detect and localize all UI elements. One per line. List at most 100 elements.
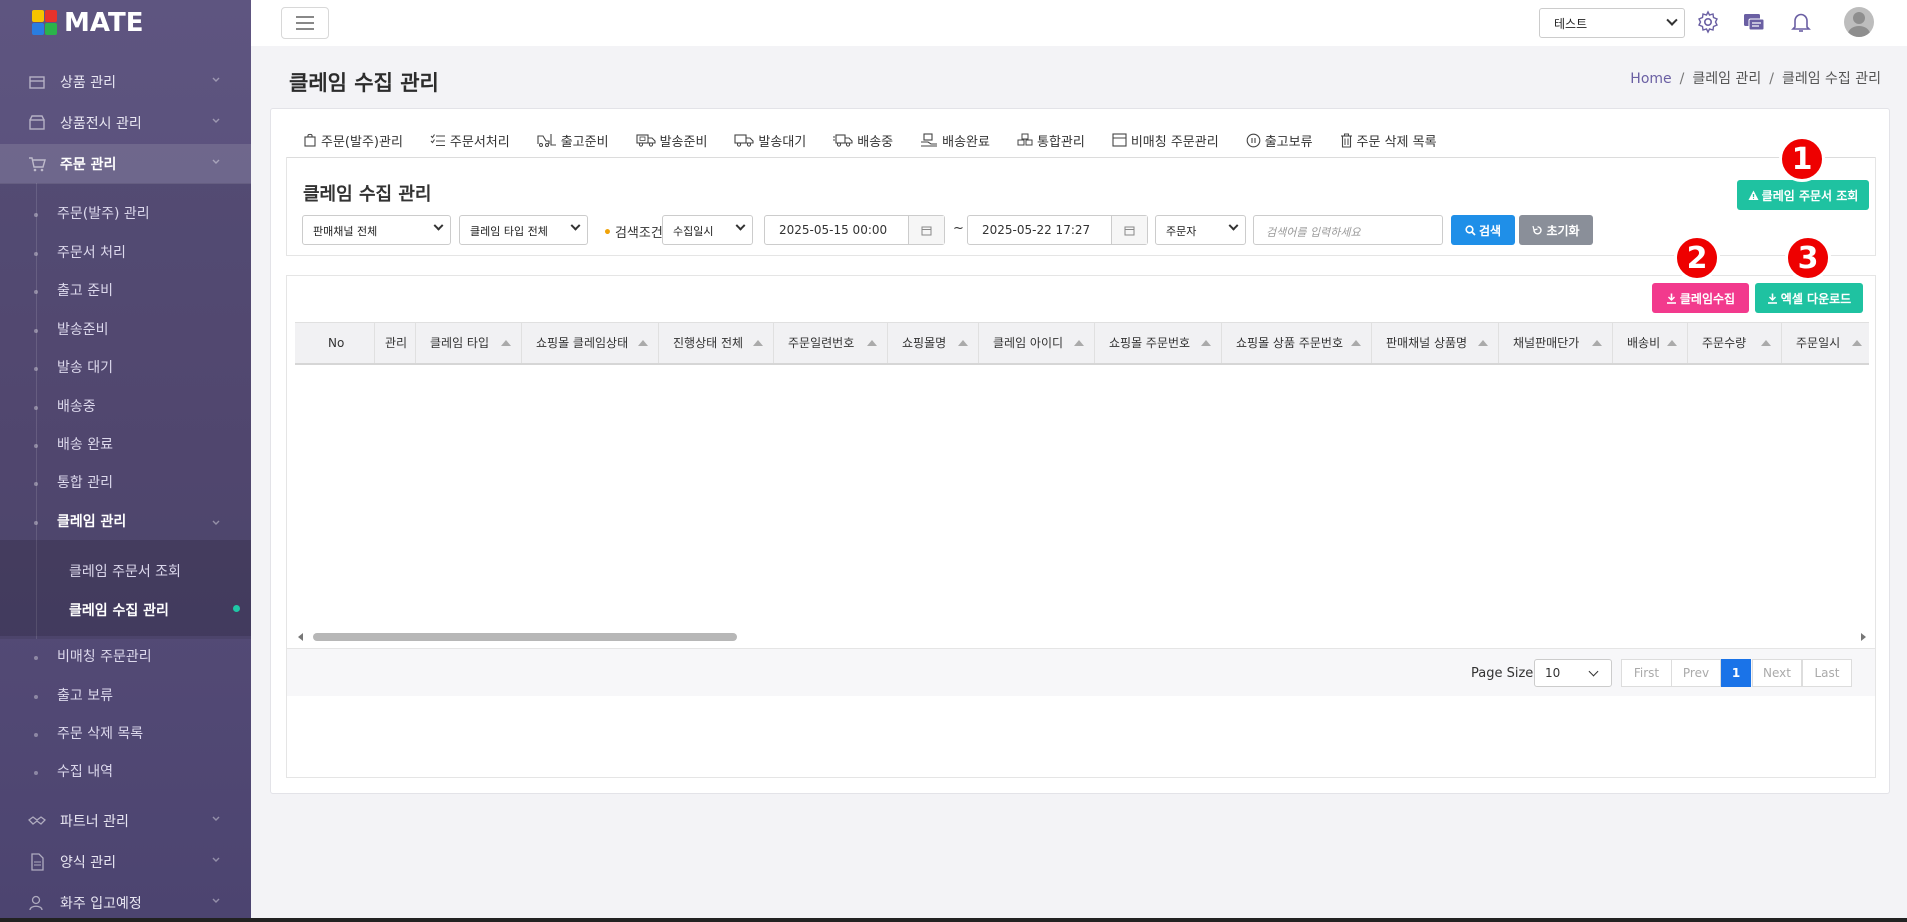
- annotation-badge-3: 3: [1785, 235, 1831, 281]
- column-header[interactable]: 클레임 타입: [416, 323, 522, 363]
- tab-delivered[interactable]: 배송완료: [920, 131, 990, 150]
- sidebar-item-in-delivery[interactable]: 배송중: [57, 396, 96, 418]
- message-icon[interactable]: [1742, 10, 1766, 34]
- prev-page-button[interactable]: Prev: [1671, 659, 1721, 687]
- sidebar-item-dispatch-prep[interactable]: 발송준비: [57, 319, 109, 341]
- search-button[interactable]: 검색: [1451, 215, 1515, 245]
- sidebar-item-dispatch-wait[interactable]: 발송 대기: [57, 357, 113, 379]
- column-header[interactable]: 쇼핑몰 주문번호: [1095, 323, 1222, 363]
- sidebar-item-unmatched[interactable]: 비매칭 주문관리: [57, 646, 152, 668]
- date-to-input[interactable]: 2025-05-22 17:27: [967, 215, 1148, 245]
- sidebar-item-shipping-hold[interactable]: 출고 보류: [57, 685, 113, 707]
- nav-product-management[interactable]: 상품 관리: [0, 62, 251, 102]
- column-header[interactable]: 진행상태 전체: [659, 323, 774, 363]
- excel-download-button[interactable]: 엑셀 다운로드: [1755, 283, 1863, 313]
- column-header[interactable]: 클레임 아이디: [979, 323, 1095, 363]
- tab-integrated[interactable]: 통합관리: [1017, 131, 1085, 150]
- column-header[interactable]: 채널판매단가: [1499, 323, 1613, 363]
- hamburger-line: [296, 28, 314, 30]
- horizontal-scrollbar[interactable]: [295, 630, 1869, 644]
- date-range-separator: ~: [953, 221, 964, 236]
- sidebar-item-integrated[interactable]: 통합 관리: [57, 472, 113, 494]
- chevron-down-icon: [570, 220, 581, 231]
- claim-order-lookup-button[interactable]: 클레임 주문서 조회: [1737, 180, 1869, 210]
- sidebar-item-delivered[interactable]: 배송 완료: [57, 434, 113, 456]
- tab-shipping-hold[interactable]: 출고보류: [1246, 131, 1313, 150]
- tab-deleted-orders[interactable]: 주문 삭제 목록: [1340, 131, 1437, 150]
- breadcrumb-item[interactable]: 클레임 관리: [1692, 71, 1761, 87]
- checklist-icon: [430, 134, 445, 146]
- truck-box-icon: [636, 134, 656, 147]
- tab-in-delivery[interactable]: 배송중: [833, 131, 893, 150]
- column-header[interactable]: 주문일련번호: [774, 323, 888, 363]
- sort-icon: [867, 340, 877, 346]
- order-tabs: 주문(발주)관리 주문서처리 출고준비 발송준비 발송대기 배송중 배송완료 통…: [303, 128, 1464, 152]
- sidebar-item-claim-management[interactable]: 클레임 관리: [57, 511, 126, 533]
- next-page-button[interactable]: Next: [1752, 659, 1802, 687]
- search-input[interactable]: 검색어를 입력하세요: [1253, 215, 1443, 245]
- column-header[interactable]: 쇼핑몰 클레임상태: [522, 323, 659, 363]
- calendar-icon[interactable]: [908, 216, 944, 244]
- column-header[interactable]: 판매채널 상품명: [1372, 323, 1499, 363]
- nav-order-management[interactable]: 주문 관리: [0, 144, 251, 184]
- tab-shipping-prep[interactable]: 출고준비: [537, 131, 609, 150]
- first-page-button[interactable]: First: [1621, 659, 1672, 687]
- column-header[interactable]: 쇼핑몰명: [888, 323, 979, 363]
- tab-order-processing[interactable]: 주문서처리: [430, 131, 510, 150]
- tab-order-placement[interactable]: 주문(발주)관리: [303, 131, 403, 150]
- truck-fast-icon: [833, 134, 853, 147]
- annotation-badge-2: 2: [1674, 235, 1720, 281]
- date-type-select[interactable]: 수집일시: [662, 215, 753, 245]
- nav-inbound-schedule[interactable]: 화주 입고예정: [0, 883, 251, 922]
- scroll-right-arrow-icon[interactable]: [1861, 633, 1866, 641]
- gear-icon[interactable]: [1696, 10, 1720, 34]
- column-header[interactable]: 주문일시: [1782, 323, 1869, 363]
- column-header[interactable]: 관리: [375, 323, 416, 363]
- sidebar-item-deleted-orders[interactable]: 주문 삭제 목록: [57, 723, 143, 745]
- page-1-button[interactable]: 1: [1721, 659, 1751, 687]
- sidebar-item-shipping-prep[interactable]: 출고 준비: [57, 280, 113, 302]
- sort-icon: [1351, 340, 1361, 346]
- menu-toggle-button[interactable]: [281, 7, 329, 39]
- claim-type-select[interactable]: 클레임 타입 전체: [459, 215, 588, 245]
- channel-select[interactable]: 판매채널 전체: [302, 215, 451, 245]
- sidebar-item-order-placement[interactable]: 주문(발주) 관리: [57, 203, 150, 225]
- app-root: MATE 상품 관리 상품전시 관리 주문 관리 주문(발주) 관리 주문서 처…: [0, 0, 1907, 922]
- tab-unmatched[interactable]: 비매칭 주문관리: [1112, 131, 1219, 150]
- nav-product-display[interactable]: 상품전시 관리: [0, 103, 251, 143]
- handshake-icon: [28, 816, 46, 825]
- column-header-label: 채널판매단가: [1513, 336, 1580, 350]
- search-field-select[interactable]: 주문자: [1155, 215, 1246, 245]
- reset-button[interactable]: 초기화: [1519, 215, 1593, 245]
- calendar-icon[interactable]: [1111, 216, 1147, 244]
- column-header[interactable]: 배송비: [1613, 323, 1688, 363]
- page-size-select[interactable]: 10: [1534, 659, 1612, 687]
- sidebar-item-collect-history[interactable]: 수집 내역: [57, 761, 113, 783]
- column-header[interactable]: 주문수량: [1688, 323, 1782, 363]
- nav-form-management[interactable]: 양식 관리: [0, 842, 251, 882]
- sidebar-item-claim-collect[interactable]: 클레임 수집 관리: [69, 600, 169, 620]
- column-header-label: 주문일시: [1796, 336, 1841, 350]
- pagination: Page Size 10 First Prev 1 Next Last: [287, 648, 1875, 696]
- bell-icon[interactable]: [1789, 10, 1813, 34]
- sidebar-item-order-processing[interactable]: 주문서 처리: [57, 242, 126, 264]
- breadcrumb-home[interactable]: Home: [1630, 71, 1671, 87]
- scroll-left-arrow-icon[interactable]: [298, 633, 303, 641]
- scrollbar-thumb[interactable]: [313, 633, 737, 641]
- claim-collect-button[interactable]: 클레임수집: [1652, 283, 1749, 313]
- column-header[interactable]: No: [295, 323, 375, 363]
- last-page-button[interactable]: Last: [1802, 659, 1852, 687]
- company-select[interactable]: 테스트: [1539, 8, 1685, 38]
- search-panel: 클레임 수집 관리 판매채널 전체 클레임 타입 전체 • 검색조건 수집일시 2…: [286, 157, 1876, 256]
- date-from-input[interactable]: 2025-05-15 00:00: [764, 215, 945, 245]
- sidebar-item-claim-order-lookup[interactable]: 클레임 주문서 조회: [69, 561, 181, 581]
- tab-dispatch-wait[interactable]: 발송대기: [734, 131, 806, 150]
- avatar[interactable]: [1844, 7, 1874, 37]
- logo[interactable]: MATE: [0, 0, 251, 46]
- nav-partner-management[interactable]: 파트너 관리: [0, 801, 251, 841]
- bullet: [34, 771, 38, 775]
- chevron-down-icon: [1588, 666, 1599, 677]
- sort-icon: [1761, 340, 1771, 346]
- column-header[interactable]: 쇼핑몰 상품 주문번호: [1222, 323, 1372, 363]
- tab-dispatch-prep[interactable]: 발송준비: [636, 131, 707, 150]
